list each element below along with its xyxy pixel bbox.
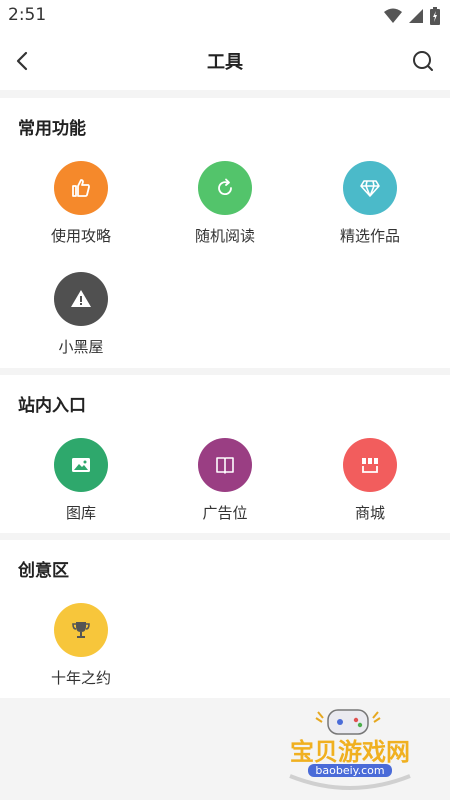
tool-icon-circle — [54, 272, 108, 326]
book-icon — [216, 457, 234, 474]
section-title: 创意区 — [18, 561, 69, 581]
watermark-url: baobeiy.com — [308, 764, 392, 777]
status-icons — [384, 7, 440, 25]
thumbs-up-icon — [72, 179, 90, 197]
tool-icon-circle — [343, 161, 397, 215]
image-icon — [72, 458, 90, 472]
tool-label: 使用攻略 — [50, 227, 111, 245]
section-creative: 创意区 十年之约 — [0, 540, 450, 698]
tool-featured-works[interactable]: 精选作品 — [300, 161, 440, 246]
warning-icon — [71, 290, 91, 307]
watermark-logo: 宝贝游戏网 baobeiy.com — [280, 708, 420, 794]
tool-label: 精选作品 — [339, 227, 400, 245]
diamond-icon — [360, 180, 380, 197]
signal-icon — [409, 9, 423, 23]
tool-label: 小黑屋 — [58, 338, 104, 356]
tool-icon-circle — [54, 438, 108, 492]
tool-ad-slot[interactable]: 广告位 — [155, 438, 295, 523]
tool-usage-guide[interactable]: 使用攻略 — [11, 161, 151, 246]
status-bar: 2:51 — [0, 0, 450, 32]
tool-label: 广告位 — [202, 504, 248, 522]
search-icon — [413, 51, 433, 71]
shop-icon — [362, 458, 378, 473]
page-title: 工具 — [207, 52, 243, 73]
refresh-icon — [218, 178, 232, 196]
app-bar: 工具 — [0, 32, 450, 90]
section-site-entrance: 站内入口 图库 广告位 商城 — [0, 375, 450, 533]
trophy-icon — [72, 622, 90, 638]
search-button[interactable] — [410, 48, 436, 74]
tool-label: 图库 — [65, 504, 96, 522]
watermark-text: 宝贝游戏网 — [290, 738, 410, 766]
tool-icon-circle — [198, 161, 252, 215]
tool-label: 商城 — [354, 504, 385, 522]
tool-shop[interactable]: 商城 — [300, 438, 440, 523]
wifi-icon — [384, 8, 402, 23]
tool-label: 随机阅读 — [194, 227, 255, 245]
tool-label: 十年之约 — [50, 669, 111, 687]
tool-random-read[interactable]: 随机阅读 — [155, 161, 295, 246]
tool-icon-circle — [343, 438, 397, 492]
tool-icon-circle — [198, 438, 252, 492]
tool-gallery[interactable]: 图库 — [11, 438, 151, 523]
battery-icon — [430, 7, 440, 25]
tool-blacklist-room[interactable]: 小黑屋 — [11, 272, 151, 357]
tool-icon-circle — [54, 603, 108, 657]
status-time: 2:51 — [8, 5, 47, 25]
section-title: 站内入口 — [18, 396, 86, 416]
tool-ten-year-pact[interactable]: 十年之约 — [11, 603, 151, 688]
tool-icon-circle — [54, 161, 108, 215]
section-common-functions: 常用功能 使用攻略 随机阅读 精选作品 小黑屋 — [0, 98, 450, 368]
section-title: 常用功能 — [18, 119, 86, 139]
